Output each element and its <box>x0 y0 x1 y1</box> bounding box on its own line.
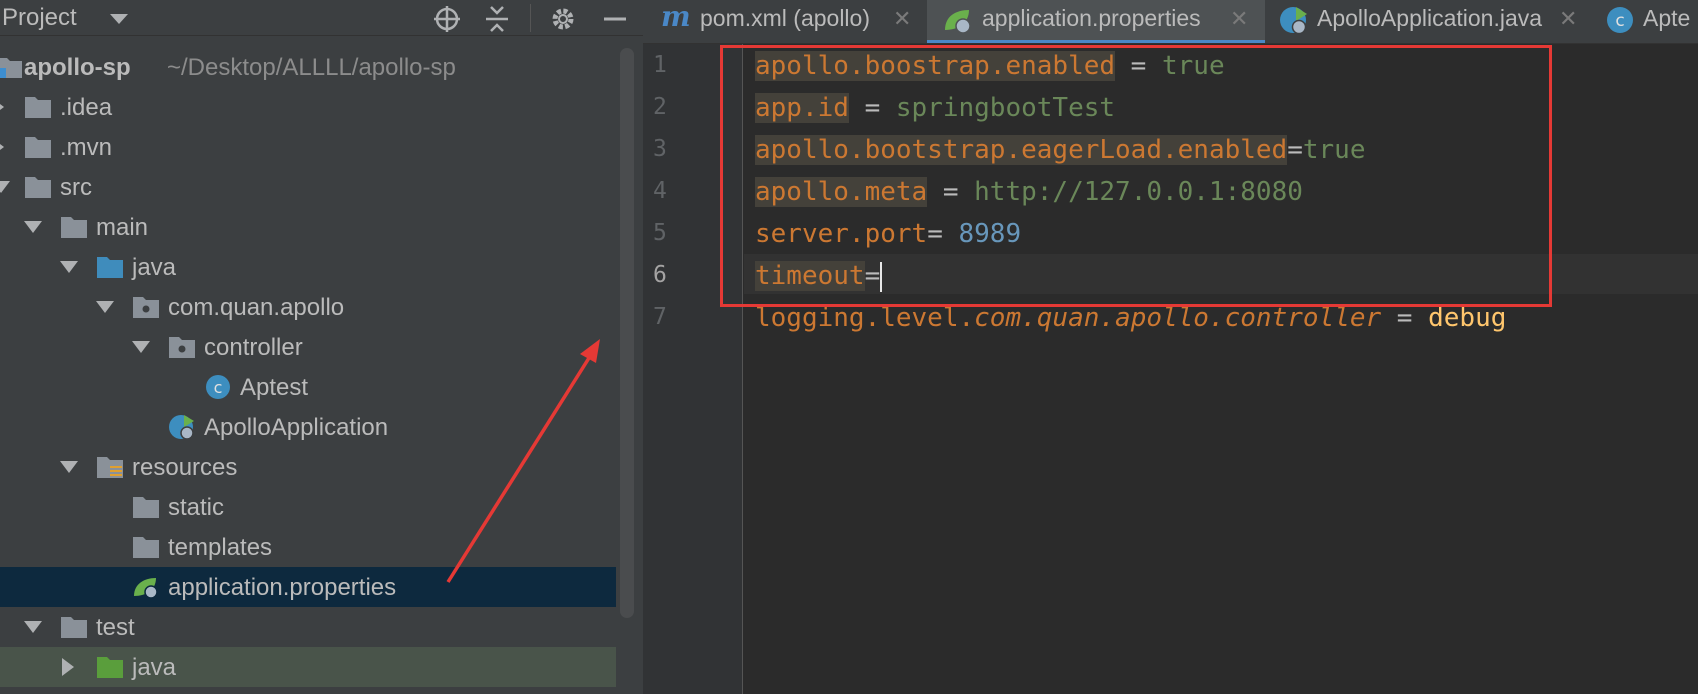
class-icon: c <box>1607 7 1633 33</box>
folder-icon <box>25 97 51 118</box>
line-number: 4 <box>653 178 667 204</box>
tree-item-label: main <box>96 214 149 241</box>
chevron-down-icon[interactable] <box>24 621 42 633</box>
property-key-package: com.quan.apollo.controller <box>974 303 1382 333</box>
project-scrollbar[interactable] <box>620 48 634 618</box>
spring-properties-icon <box>134 578 158 599</box>
tree-item-label: .mvn <box>60 134 113 161</box>
chevron-right-icon[interactable] <box>0 98 4 116</box>
project-panel-title[interactable]: Project <box>2 4 77 32</box>
svg-text:c: c <box>1615 11 1624 31</box>
package-icon <box>133 297 159 318</box>
tree-item-label: Aptest <box>240 374 309 401</box>
tree-item-aptest[interactable]: c Aptest <box>0 367 616 407</box>
tree-item-label: static <box>168 494 225 521</box>
line-number-current: 6 <box>653 262 667 288</box>
tree-item-templates[interactable]: templates <box>0 527 616 567</box>
tree-item-label: apollo-sp <box>24 54 131 81</box>
chevron-down-icon[interactable] <box>60 461 78 473</box>
tree-item-label: templates <box>168 534 273 561</box>
tab-label: pom.xml (apollo) <box>700 5 870 31</box>
tree-item-test-java[interactable]: java <box>0 647 616 687</box>
folder-icon <box>25 137 51 158</box>
folder-icon <box>61 217 87 238</box>
tree-item-label: resources <box>132 454 238 481</box>
folder-icon <box>133 537 159 558</box>
tree-item-label: test <box>96 614 135 641</box>
tree-item-idea[interactable]: .idea <box>0 87 616 127</box>
tree-item-src[interactable]: src <box>0 167 616 207</box>
close-icon[interactable]: ✕ <box>1230 6 1248 32</box>
project-panel-header: Project <box>0 0 643 36</box>
chevron-right-icon[interactable] <box>0 138 4 156</box>
resources-folder-icon <box>97 457 123 478</box>
property-separator: = <box>1381 303 1429 333</box>
editor-tab-bar: m pom.xml (apollo) ✕ application.propert… <box>643 0 1698 44</box>
spring-properties-icon <box>945 10 971 34</box>
tree-item-label: java <box>132 654 177 681</box>
package-icon <box>169 337 195 358</box>
minimize-icon[interactable] <box>600 4 630 34</box>
collapse-all-icon[interactable] <box>482 4 512 34</box>
tree-item-label: java <box>132 254 177 281</box>
chevron-down-icon[interactable] <box>60 261 78 273</box>
tree-item-label: src <box>60 174 92 201</box>
tab-label: Apte <box>1643 5 1691 31</box>
tree-item-label: controller <box>204 334 303 361</box>
spring-boot-class-icon <box>1280 7 1307 35</box>
svg-text:c: c <box>214 378 223 397</box>
tree-item-static[interactable]: static <box>0 487 616 527</box>
module-folder-icon <box>0 58 22 78</box>
tab-aptest-java[interactable]: c Apte <box>1591 0 1698 43</box>
chevron-down-icon[interactable] <box>132 341 150 353</box>
gear-icon[interactable] <box>548 4 578 34</box>
tree-item-label: application.properties <box>168 574 397 601</box>
header-separator <box>530 4 531 32</box>
source-folder-icon <box>97 257 123 278</box>
tree-item-test[interactable]: test <box>0 607 616 647</box>
chevron-down-icon[interactable] <box>24 221 42 233</box>
locate-icon[interactable] <box>432 4 462 34</box>
close-icon[interactable]: ✕ <box>893 6 911 32</box>
tree-item-path: ~/Desktop/ALLLL/apollo-sp <box>167 54 456 81</box>
line-number: 7 <box>653 304 667 330</box>
annotation-highlight-box <box>720 45 1552 307</box>
property-value: debug <box>1428 303 1507 333</box>
chevron-right-icon[interactable] <box>62 658 74 676</box>
tree-item-label: .idea <box>60 94 113 121</box>
tab-pom-xml[interactable]: m pom.xml (apollo) ✕ <box>643 0 925 43</box>
tab-application-properties[interactable]: application.properties ✕ <box>927 0 1265 43</box>
property-key: logging.level. <box>755 303 975 333</box>
tab-label: ApolloApplication.java <box>1317 5 1543 31</box>
tree-item-apollo-sp[interactable]: apollo-sp ~/Desktop/ALLLL/apollo-sp <box>0 47 616 87</box>
class-icon: c <box>206 375 230 399</box>
tree-item-com-quan-apollo[interactable]: com.quan.apollo <box>0 287 616 327</box>
chevron-down-icon[interactable] <box>110 14 128 24</box>
tree-item-main[interactable]: main <box>0 207 616 247</box>
line-number: 1 <box>653 52 667 78</box>
tree-item-java[interactable]: java <box>0 247 616 287</box>
chevron-down-icon[interactable] <box>0 181 10 193</box>
tree-item-label: ApolloApplication <box>204 414 389 441</box>
maven-icon: m <box>661 0 691 33</box>
spring-boot-class-icon <box>169 415 194 440</box>
tree-item-mvn[interactable]: .mvn <box>0 127 616 167</box>
folder-icon <box>25 177 51 198</box>
test-source-folder-icon <box>97 657 123 678</box>
line-number: 3 <box>653 136 667 162</box>
line-number: 5 <box>653 220 667 246</box>
folder-icon <box>133 497 159 518</box>
tab-apollo-application-java[interactable]: ApolloApplication.java ✕ <box>1265 0 1591 43</box>
tree-item-apollo-application[interactable]: ApolloApplication <box>0 407 616 447</box>
tree-item-controller[interactable]: controller <box>0 327 616 367</box>
folder-icon <box>61 617 87 638</box>
tree-item-resources[interactable]: resources <box>0 447 616 487</box>
project-tool-window: Project apollo-sp ~/Desktop/ALLLL/apollo… <box>0 0 643 694</box>
tab-label: application.properties <box>982 5 1201 31</box>
tree-item-application-properties[interactable]: application.properties <box>0 567 616 607</box>
line-number: 2 <box>653 94 667 120</box>
chevron-down-icon[interactable] <box>96 301 114 313</box>
close-icon[interactable]: ✕ <box>1559 6 1577 32</box>
tree-item-label: com.quan.apollo <box>168 294 345 321</box>
